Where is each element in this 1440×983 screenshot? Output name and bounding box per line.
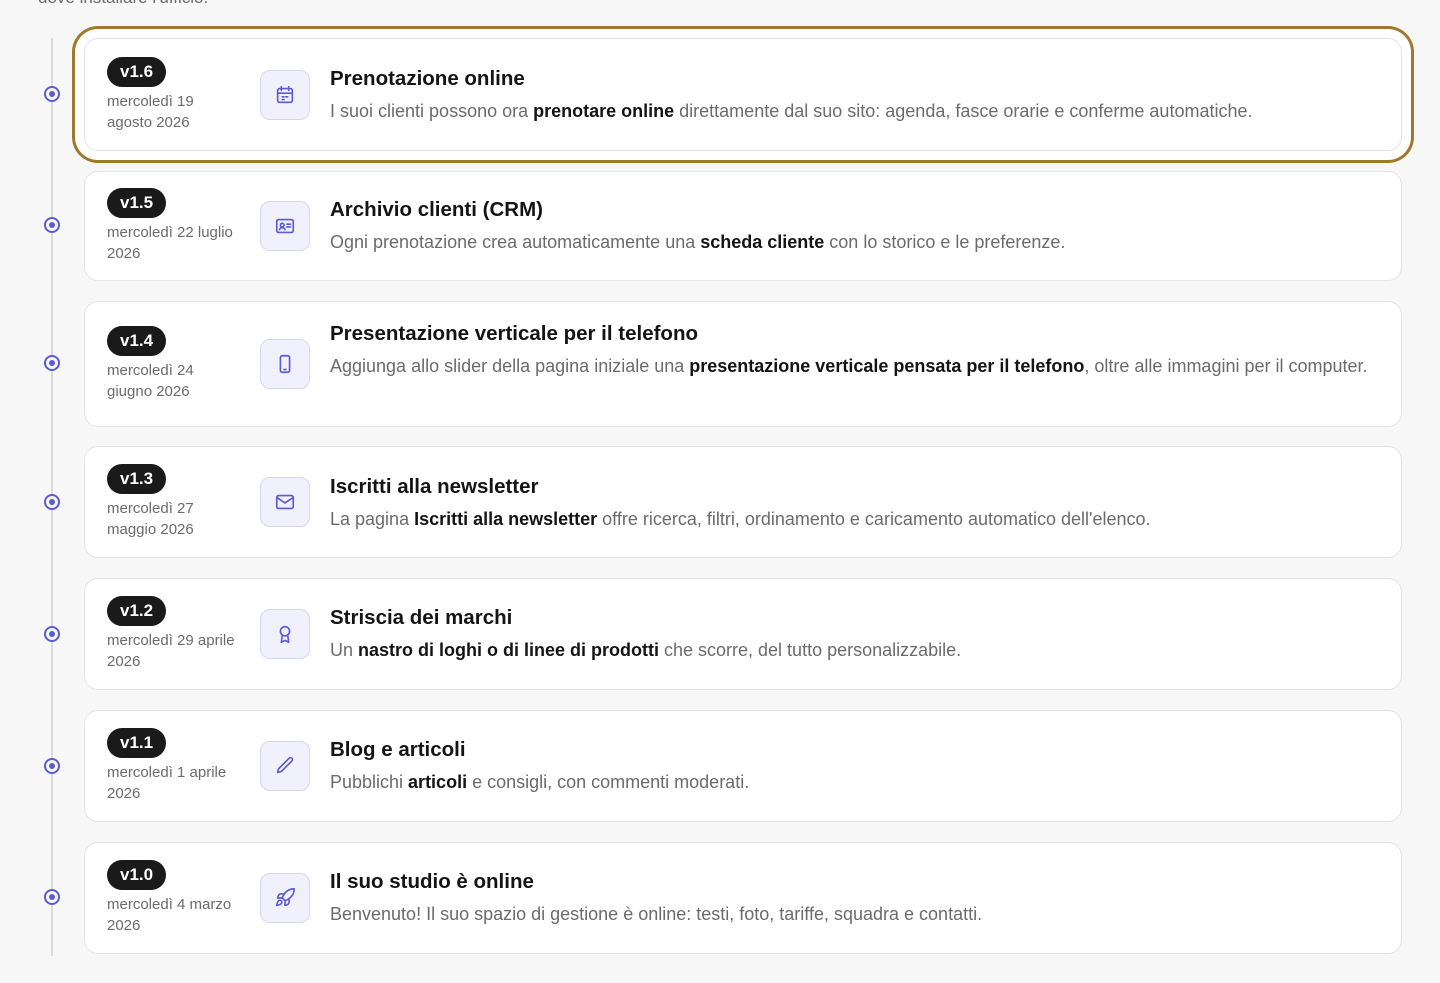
rocket-icon <box>260 873 310 923</box>
release-title: Il suo studio è online <box>330 870 534 893</box>
release-description: Benvenuto! Il suo spazio di gestione è o… <box>330 904 983 924</box>
version-badge: v1.0 <box>107 860 167 890</box>
version-badge: v1.5 <box>107 188 167 218</box>
timeline-dot <box>44 86 60 102</box>
release-meta: v1.0 mercoledì 4 marzo 2026 <box>107 843 247 953</box>
release-title: Archivio clienti (CRM) <box>330 198 543 221</box>
release-description: Pubblichi articoli e consigli, con comme… <box>330 772 750 792</box>
timeline-dot <box>44 626 60 642</box>
contact-card-icon <box>260 201 310 251</box>
release-card-v1-1[interactable]: v1.1 mercoledì 1 aprile 2026 Blog e arti… <box>84 710 1402 822</box>
release-description: I suoi clienti possono ora prenotare onl… <box>330 101 1253 121</box>
calendar-icon <box>260 70 310 120</box>
timeline-dot <box>44 889 60 905</box>
version-badge: v1.2 <box>107 596 167 626</box>
release-meta: v1.2 mercoledì 29 aprile 2026 <box>107 579 247 689</box>
release-meta: v1.5 mercoledì 22 luglio 2026 <box>107 172 247 280</box>
release-card-v1-4[interactable]: v1.4 mercoledì 24 giugno 2026 Presentazi… <box>84 301 1402 427</box>
release-meta: v1.3 mercoledì 27 maggio 2026 <box>107 447 247 557</box>
release-date: mercoledì 29 aprile 2026 <box>107 632 235 670</box>
release-title: Iscritti alla newsletter <box>330 475 539 498</box>
release-card-v1-0[interactable]: v1.0 mercoledì 4 marzo 2026 Il suo studi… <box>84 842 1402 954</box>
release-title: Striscia dei marchi <box>330 606 513 629</box>
release-content: Prenotazione online I suoi clienti posso… <box>330 65 1371 125</box>
release-content: Iscritti alla newsletter La pagina Iscri… <box>330 473 1371 533</box>
release-meta: v1.4 mercoledì 24 giugno 2026 <box>107 302 247 426</box>
release-card-v1-3[interactable]: v1.3 mercoledì 27 maggio 2026 Iscritti a… <box>84 446 1402 558</box>
release-date: mercoledì 4 marzo 2026 <box>107 896 232 934</box>
mail-icon <box>260 477 310 527</box>
release-content: Archivio clienti (CRM) Ogni prenotazione… <box>330 196 1371 256</box>
release-card-v1-5[interactable]: v1.5 mercoledì 22 luglio 2026 Archivio c… <box>84 171 1402 281</box>
release-content: Striscia dei marchi Un nastro di loghi o… <box>330 604 1371 664</box>
release-card-v1-6[interactable]: v1.6 mercoledì 19 agosto 2026 Prenotazio… <box>84 38 1402 151</box>
release-description: Ogni prenotazione crea automaticamente u… <box>330 232 1066 252</box>
release-date: mercoledì 1 aprile 2026 <box>107 764 227 802</box>
release-date: mercoledì 24 giugno 2026 <box>107 362 194 400</box>
release-title: Prenotazione online <box>330 67 525 90</box>
release-card-v1-2[interactable]: v1.2 mercoledì 29 aprile 2026 Striscia d… <box>84 578 1402 690</box>
award-icon <box>260 609 310 659</box>
version-badge: v1.6 <box>107 56 167 87</box>
release-description: Un nastro di loghi o di linee di prodott… <box>330 640 962 660</box>
release-meta: v1.6 mercoledì 19 agosto 2026 <box>107 39 247 150</box>
timeline-dot <box>44 758 60 774</box>
release-meta: v1.1 mercoledì 1 aprile 2026 <box>107 711 247 821</box>
version-badge: v1.1 <box>107 728 167 758</box>
release-date: mercoledì 22 luglio 2026 <box>107 224 233 262</box>
release-date: mercoledì 27 maggio 2026 <box>107 500 194 538</box>
release-title: Blog e articoli <box>330 738 466 761</box>
release-content: Presentazione verticale per il telefono … <box>330 320 1371 380</box>
pencil-icon <box>260 741 310 791</box>
release-date: mercoledì 19 agosto 2026 <box>107 92 194 131</box>
release-title: Presentazione verticale per il telefono <box>330 322 698 345</box>
release-description: Aggiunga allo slider della pagina inizia… <box>330 356 1368 376</box>
version-badge: v1.3 <box>107 464 167 494</box>
release-content: Il suo studio è online Benvenuto! Il suo… <box>330 868 1371 928</box>
changelog-page: dove installare l'ufficio. v1.6 mercoled… <box>0 0 1440 983</box>
intro-text: dove installare l'ufficio. <box>38 0 208 8</box>
timeline-dot <box>44 355 60 371</box>
release-description: La pagina Iscritti alla newsletter offre… <box>330 509 1151 529</box>
smartphone-icon <box>260 339 310 389</box>
release-content: Blog e articoli Pubblichi articoli e con… <box>330 736 1371 796</box>
timeline-dot <box>44 494 60 510</box>
version-badge: v1.4 <box>107 326 167 356</box>
timeline-dot <box>44 217 60 233</box>
